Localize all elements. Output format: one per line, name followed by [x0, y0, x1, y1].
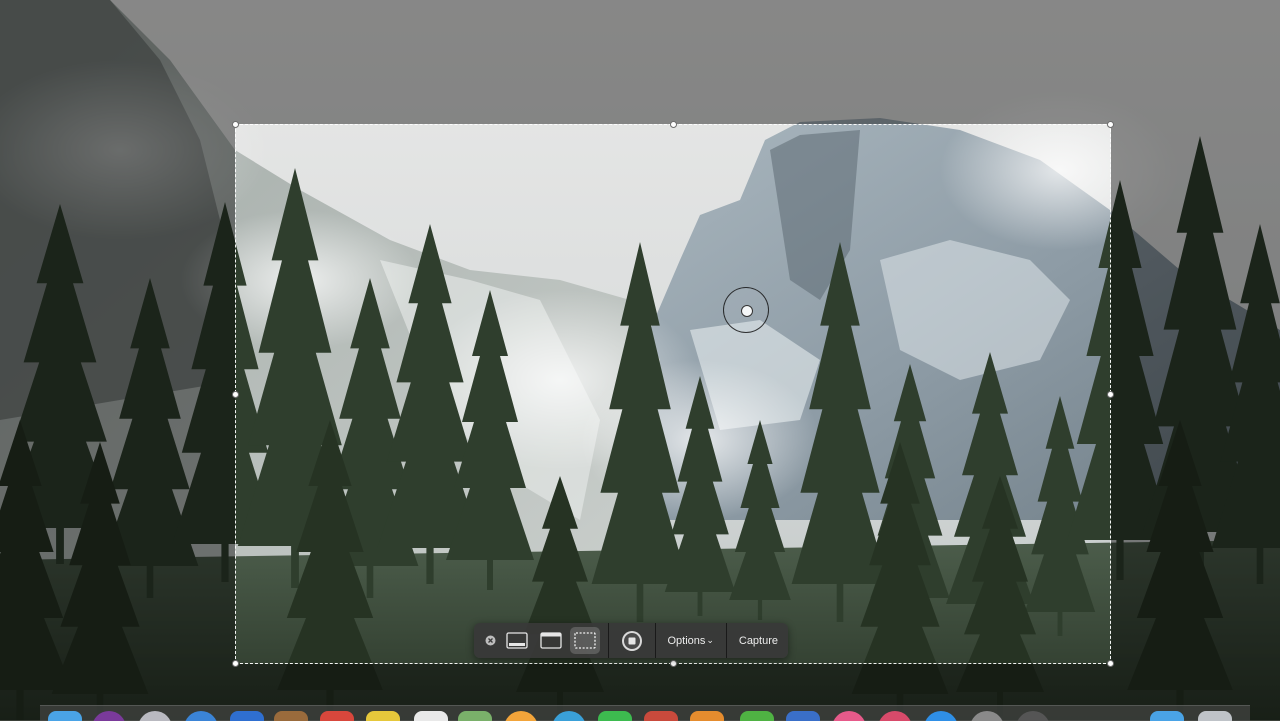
record-stop-icon — [621, 630, 642, 651]
capture-window-button[interactable] — [536, 627, 566, 654]
resize-handle-top-right[interactable] — [1107, 121, 1114, 128]
entire-screen-icon — [506, 632, 529, 649]
resize-handle-top-left[interactable] — [232, 121, 239, 128]
resize-handle-bottom-left[interactable] — [232, 660, 239, 667]
capture-selection-button[interactable] — [570, 627, 600, 654]
record-selection-button[interactable] — [617, 627, 647, 654]
resize-handle-right[interactable] — [1107, 391, 1114, 398]
resize-handle-left[interactable] — [232, 391, 239, 398]
toolbar-divider — [607, 623, 609, 658]
options-label: Options — [667, 634, 706, 647]
screenshot-toolbar: Options ⌄ Capture — [474, 623, 788, 658]
selection-icon — [574, 632, 596, 649]
dock — [40, 705, 1250, 721]
toolbar-divider — [725, 623, 727, 658]
capture-button[interactable]: Capture — [733, 627, 784, 654]
resize-handle-top[interactable] — [670, 121, 677, 128]
close-circle-icon — [485, 635, 496, 646]
window-icon — [540, 632, 562, 649]
capture-entire-screen-button[interactable] — [502, 627, 532, 654]
resize-handle-bottom[interactable] — [670, 660, 677, 667]
resize-handle-bottom-right[interactable] — [1107, 660, 1114, 667]
crosshair-camera-icon — [723, 287, 769, 333]
chevron-down-icon: ⌄ — [706, 635, 714, 645]
capture-label: Capture — [738, 634, 779, 647]
options-menu-button[interactable]: Options ⌄ — [661, 627, 719, 654]
toolbar-divider — [654, 623, 656, 658]
close-button[interactable] — [480, 627, 500, 654]
capture-selection-area[interactable] — [232, 121, 1114, 667]
